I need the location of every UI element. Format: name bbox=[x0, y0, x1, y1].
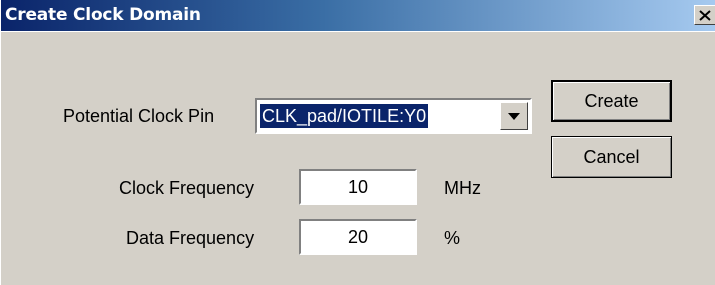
chevron-down-icon bbox=[508, 112, 520, 120]
clock-frequency-unit: MHz bbox=[444, 178, 481, 198]
clock-pin-label: Potential Clock Pin bbox=[63, 106, 215, 126]
cancel-button[interactable]: Cancel bbox=[551, 136, 672, 178]
create-button[interactable]: Create bbox=[551, 80, 672, 122]
dropdown-button[interactable] bbox=[500, 102, 528, 130]
data-frequency-unit: % bbox=[444, 228, 461, 248]
clock-pin-selected-value: CLK_pad/IOTILE:Y0 bbox=[260, 104, 429, 128]
clock-frequency-field[interactable] bbox=[299, 169, 417, 205]
clock-frequency-label: Clock Frequency bbox=[119, 178, 255, 198]
window-title: Create Clock Domain bbox=[5, 5, 201, 25]
data-frequency-field[interactable] bbox=[299, 219, 417, 255]
clock-pin-dropdown[interactable]: CLK_pad/IOTILE:Y0 bbox=[255, 98, 532, 134]
data-frequency-label: Data Frequency bbox=[126, 228, 255, 248]
create-clock-domain-dialog: Create Clock Domain Potential Clock Pin … bbox=[0, 0, 715, 285]
close-icon bbox=[699, 9, 711, 21]
title-bar[interactable]: Create Clock Domain bbox=[1, 0, 715, 32]
close-button[interactable] bbox=[694, 5, 715, 25]
